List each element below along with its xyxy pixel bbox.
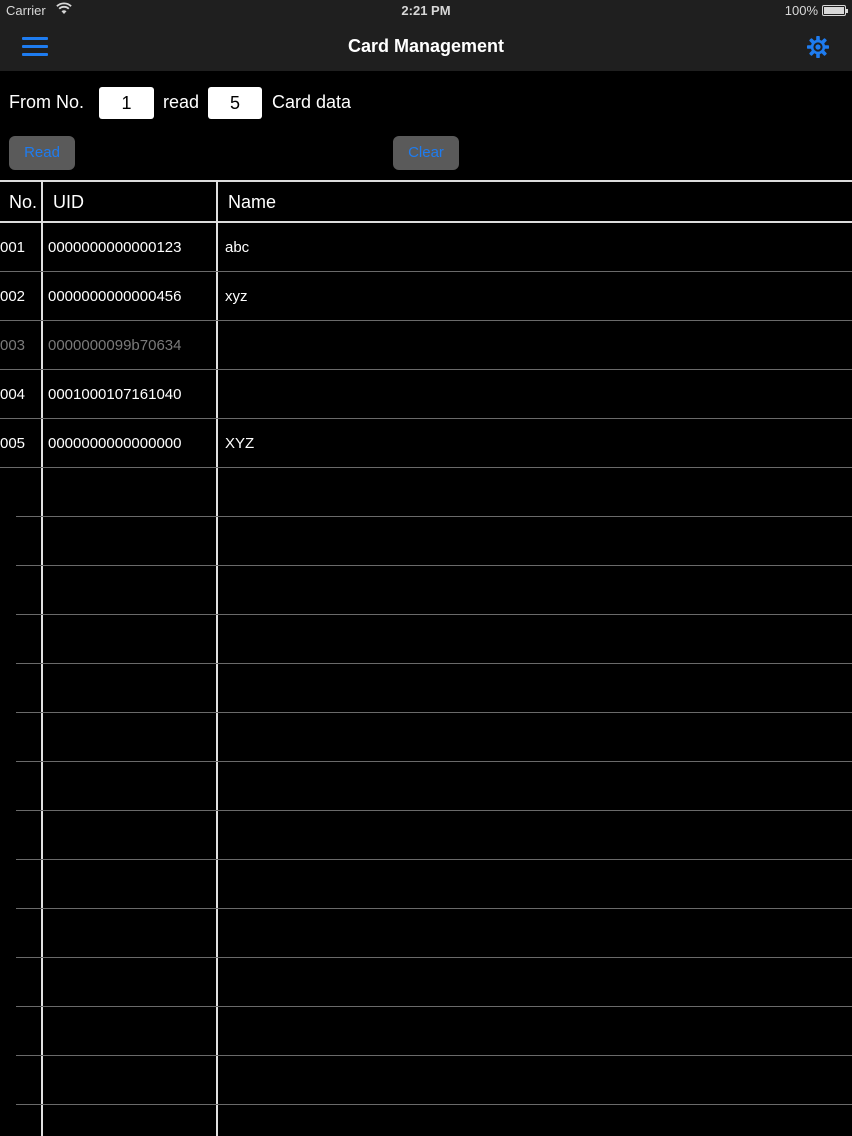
read-label: read bbox=[163, 92, 200, 112]
battery-indicator: 100% bbox=[784, 3, 848, 18]
table-row[interactable]: 002 0000000000000456 xyz bbox=[0, 272, 852, 321]
header-uid: UID bbox=[53, 192, 84, 212]
cell-uid: 0001000107161040 bbox=[48, 386, 182, 403]
cell-name: abc bbox=[225, 239, 250, 256]
empty-table-row bbox=[16, 517, 852, 566]
cell-uid: 0000000000000456 bbox=[48, 288, 182, 305]
empty-table-row bbox=[16, 1056, 852, 1105]
card-data-label: Card data bbox=[272, 92, 352, 112]
table-row[interactable]: 001 0000000000000123 abc bbox=[0, 223, 852, 272]
cell-name: XYZ bbox=[225, 435, 255, 452]
empty-table-row bbox=[16, 811, 852, 860]
header-no: No. bbox=[9, 192, 38, 212]
from-no-label: From No. bbox=[9, 92, 85, 112]
gear-icon[interactable] bbox=[806, 35, 830, 59]
read-controls: From No. read Card data Read Clear bbox=[0, 71, 852, 181]
battery-icon bbox=[822, 5, 848, 16]
table-row[interactable]: 004 0001000107161040 bbox=[0, 370, 852, 419]
status-bar: Carrier 2:21 PM 100% bbox=[0, 0, 852, 22]
cell-uid: 0000000000000000 bbox=[48, 435, 182, 452]
card-table: No. UID Name 001 0000000000000123 abc 002 00… bbox=[0, 180, 852, 1136]
table-row[interactable]: 003 0000000099b70634 bbox=[0, 321, 852, 370]
clear-button[interactable]: Clear bbox=[393, 136, 459, 170]
empty-table-row bbox=[16, 762, 852, 811]
cell-no: 001 bbox=[0, 239, 26, 256]
battery-percent: 100% bbox=[784, 3, 818, 18]
cell-no: 004 bbox=[0, 386, 26, 403]
cell-uid: 0000000099b70634 bbox=[48, 337, 182, 354]
cell-no: 005 bbox=[0, 435, 26, 452]
cell-no: 002 bbox=[0, 288, 26, 305]
empty-table-row bbox=[16, 566, 852, 615]
empty-table-row bbox=[16, 713, 852, 762]
page-title: Card Management bbox=[347, 36, 505, 56]
empty-table-row bbox=[16, 909, 852, 958]
empty-table-row bbox=[16, 958, 852, 1007]
empty-table-row bbox=[16, 664, 852, 713]
cell-uid: 0000000000000123 bbox=[48, 239, 182, 256]
from-no-input[interactable] bbox=[99, 87, 154, 119]
cell-name: xyz bbox=[225, 288, 248, 305]
status-time: 2:21 PM bbox=[401, 3, 451, 18]
empty-table-row bbox=[16, 468, 852, 517]
navigation-bar: Card Management bbox=[0, 22, 852, 71]
table-top-border bbox=[0, 180, 852, 182]
empty-table-row bbox=[16, 615, 852, 664]
empty-table-row bbox=[16, 860, 852, 909]
read-button[interactable]: Read bbox=[9, 136, 75, 170]
table-row[interactable]: 005 0000000000000000 XYZ bbox=[0, 419, 852, 468]
read-count-input[interactable] bbox=[208, 87, 262, 119]
empty-table-row bbox=[16, 1007, 852, 1056]
header-name: Name bbox=[228, 192, 277, 212]
cell-no: 003 bbox=[0, 337, 26, 354]
